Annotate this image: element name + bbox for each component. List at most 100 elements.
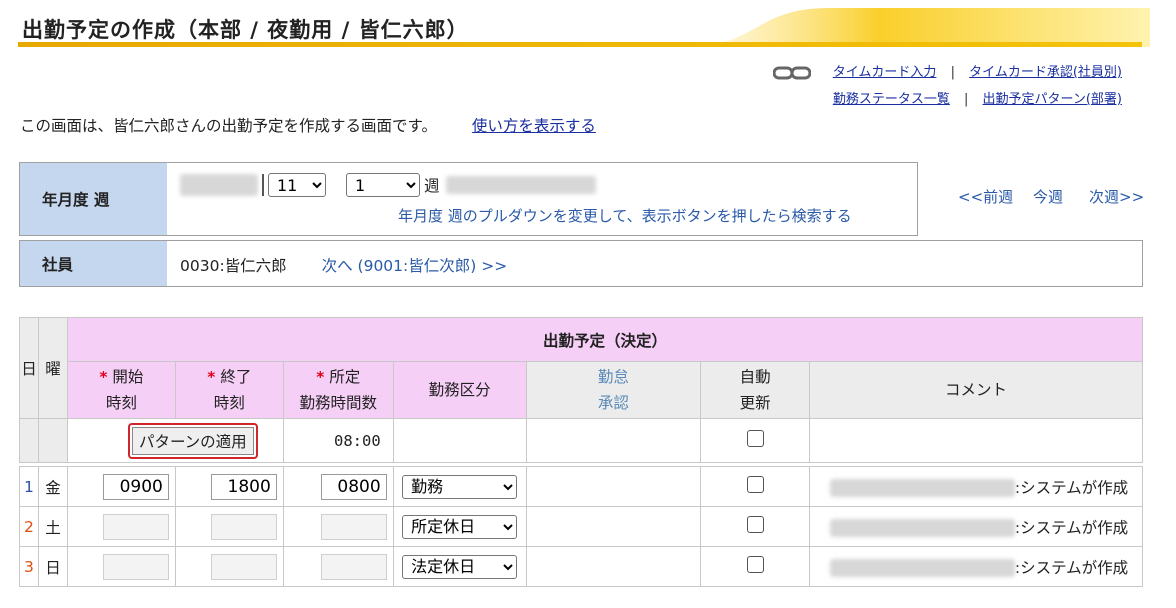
empty-cell: [392, 418, 527, 463]
hours-cell: [282, 546, 394, 587]
auto-update-all-cell: [700, 418, 811, 463]
apply-pattern-label: パターンの適用: [131, 426, 254, 455]
empty-cell: [19, 418, 39, 463]
col-hours-label-2: 勤務時間数: [299, 394, 377, 412]
start-time-input[interactable]: [102, 513, 169, 540]
table-row: 2 土 所定休日 :システムが作成: [19, 506, 1143, 547]
employee-row: 0030:皆仁六郎 次へ (9001:皆仁次郎) >>: [180, 254, 507, 276]
col-hours-header: * 所定 勤務時間数: [282, 361, 394, 419]
col-type-header: 勤務区分: [392, 361, 527, 419]
empty-cell: [809, 418, 1143, 463]
work-type-select[interactable]: 勤務: [402, 474, 518, 499]
table-row: 1 金 勤務 :システムが作成: [19, 466, 1143, 507]
schedule-table: 日 曜 出勤予定（決定） * 開始 時刻 * 終了 時刻 * 所定 勤務時間数 …: [19, 317, 1144, 587]
chain-link-icon: [772, 66, 811, 79]
col-hours-label-1: 所定: [329, 368, 361, 386]
comment-text: :システムが作成: [1014, 558, 1129, 577]
start-cell: [66, 506, 176, 547]
page-header: 出勤予定の作成（本部 / 夜勤用 / 皆仁六郎）: [0, 0, 1176, 50]
col-auto-label-1: 自動: [739, 368, 771, 386]
help-link[interactable]: 使い方を表示する: [472, 117, 596, 135]
col-end-label-1: 終了: [220, 368, 252, 386]
start-cell: [66, 546, 176, 587]
timecard-approval-link[interactable]: タイムカード承認(社員別): [969, 65, 1122, 80]
approval-cell: [525, 546, 702, 587]
apply-pattern-button[interactable]: パターンの適用: [127, 422, 258, 459]
timecard-input-link[interactable]: タイムカード入力: [833, 65, 937, 80]
col-start-header: * 開始 時刻: [66, 361, 176, 419]
end-time-input[interactable]: [210, 513, 277, 540]
auto-update-cell: [700, 466, 811, 507]
schedule-group-header: 出勤予定（決定）: [66, 317, 1144, 362]
period-label: 年月度 週: [20, 163, 167, 235]
required-mark: *: [99, 368, 108, 386]
start-time-input[interactable]: [102, 473, 169, 500]
this-week-link[interactable]: 今週: [1033, 186, 1063, 207]
period-hint: 年月度 週のプルダウンを変更して、表示ボタンを押したら検索する: [398, 207, 852, 225]
required-mark: *: [207, 368, 216, 386]
link-separator: |: [963, 92, 969, 107]
header-swoosh-decoration: [700, 8, 1150, 47]
col-start-label-1: 開始: [112, 368, 144, 386]
work-type-select[interactable]: 所定休日: [402, 514, 518, 539]
next-employee-link[interactable]: 次へ (9001:皆仁次郎) >>: [322, 257, 508, 275]
apply-button-cell: パターンの適用: [66, 418, 284, 463]
hours-input[interactable]: [320, 513, 387, 540]
required-mark: *: [316, 368, 325, 386]
default-hours: 08:00: [282, 418, 394, 463]
next-week-link[interactable]: 次週>>: [1089, 186, 1144, 207]
employee-label: 社員: [20, 241, 167, 286]
auto-update-checkbox[interactable]: [746, 556, 764, 573]
end-cell: [174, 506, 284, 547]
approval-cell: [525, 506, 702, 547]
end-time-input[interactable]: [210, 553, 277, 580]
comment-text: :システムが作成: [1014, 478, 1129, 497]
employee-value: 0030:皆仁六郎: [180, 257, 287, 275]
work-type-select[interactable]: 法定休日: [402, 554, 518, 579]
day-number: 2: [19, 506, 39, 547]
end-time-input[interactable]: [210, 473, 277, 500]
auto-update-checkbox[interactable]: [746, 476, 764, 493]
comment-text: :システムが作成: [1014, 518, 1129, 537]
top-links-row-1: タイムカード入力 | タイムカード承認(社員別): [772, 61, 1122, 80]
day-number: 1: [19, 466, 39, 507]
end-cell: [174, 546, 284, 587]
auto-update-all-checkbox[interactable]: [746, 430, 764, 447]
weekday: 金: [37, 466, 68, 507]
col-weekday-header: 曜: [37, 317, 68, 419]
auto-update-cell: [700, 506, 811, 547]
comment-cell: :システムが作成: [809, 546, 1143, 587]
prev-week-link[interactable]: <<前週: [958, 186, 1013, 207]
approval-cell: [525, 466, 702, 507]
col-approval-label-2: 承認: [597, 394, 629, 412]
comment-timestamp-blurred: [829, 479, 1015, 497]
schedule-pattern-link[interactable]: 出勤予定パターン(部署): [983, 92, 1123, 107]
hours-input[interactable]: [320, 473, 387, 500]
year-select-blurred[interactable]: [180, 174, 258, 196]
status-list-link[interactable]: 勤務ステータス一覧: [833, 92, 950, 107]
type-cell: 勤務: [392, 466, 527, 507]
empty-cell: [37, 418, 68, 463]
link-separator: |: [950, 65, 955, 80]
col-day-header: 日: [19, 317, 39, 419]
period-controls: 11 1 週: [180, 173, 596, 197]
weekday: 日: [37, 546, 68, 587]
week-date-range-blurred: [445, 176, 596, 194]
end-cell: [174, 466, 284, 507]
hours-input[interactable]: [320, 553, 387, 580]
pattern-row: パターンの適用 08:00: [19, 418, 1143, 463]
week-select[interactable]: 1: [346, 173, 420, 197]
month-select[interactable]: 11: [268, 173, 326, 197]
type-cell: 所定休日: [392, 506, 527, 547]
divider: [262, 174, 264, 196]
auto-update-checkbox[interactable]: [746, 516, 764, 533]
col-end-label-2: 時刻: [213, 394, 245, 412]
hours-cell: [282, 506, 394, 547]
col-start-label-2: 時刻: [105, 394, 137, 412]
start-cell: [66, 466, 176, 507]
hours-cell: [282, 466, 394, 507]
col-auto-header: 自動 更新: [700, 361, 811, 419]
start-time-input[interactable]: [102, 553, 169, 580]
comment-cell: :システムが作成: [809, 466, 1143, 507]
auto-update-cell: [700, 546, 811, 587]
